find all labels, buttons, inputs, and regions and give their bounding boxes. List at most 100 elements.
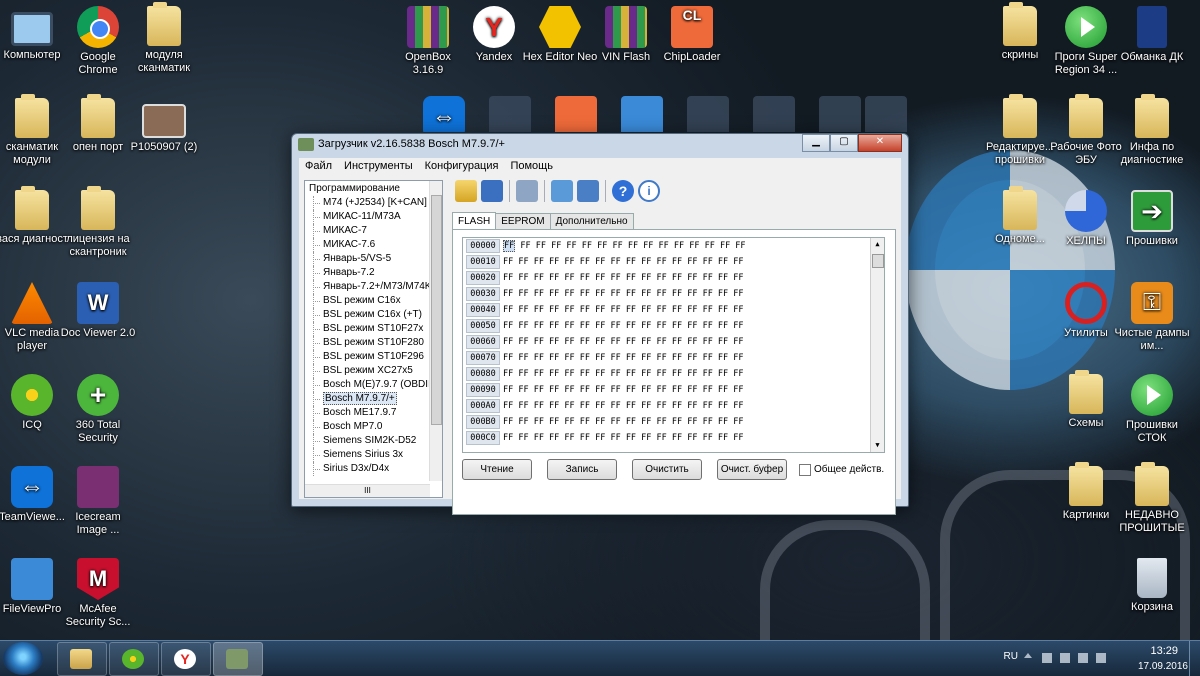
- hex-bytes[interactable]: FF FF FF FF FF FF FF FF FF FF FF FF FF F…: [503, 318, 744, 334]
- hex-row[interactable]: 000B0 FF FF FF FF FF FF FF FF FF FF FF FF…: [463, 414, 884, 430]
- tree-node[interactable]: BSL режим XC27x5: [305, 364, 442, 378]
- tree-node[interactable]: BSL режим ST10F280: [305, 336, 442, 350]
- clear-buffer-button[interactable]: Очист. буфер: [717, 459, 787, 480]
- tree-node[interactable]: M74 (+J2534) [K+CAN]: [305, 196, 442, 210]
- write-button[interactable]: Запись: [547, 459, 617, 480]
- scroll-thumb[interactable]: [872, 254, 884, 268]
- desktop-icon-proshivki[interactable]: ➔ Прошивки: [1114, 190, 1190, 248]
- tree-node[interactable]: Siemens Sirius 3x: [305, 448, 442, 462]
- desktop-icon-helpy[interactable]: ХЕЛПЫ: [1048, 190, 1124, 248]
- hex-bytes[interactable]: FF FF FF FF FF FF FF FF FF FF FF FF FF F…: [503, 398, 744, 414]
- tab-eeprom[interactable]: EEPROM: [495, 213, 551, 229]
- hex-bytes[interactable]: FF FF FF FF FF FF FF FF FF FF FF FF FF F…: [503, 414, 744, 430]
- desktop-icon-folder[interactable]: скрины: [982, 2, 1058, 62]
- desktop-icon-utility[interactable]: Утилиты: [1048, 282, 1124, 340]
- tree-node[interactable]: Siemens SIM2K-D52: [305, 434, 442, 448]
- minimize-button[interactable]: ▁: [802, 134, 830, 152]
- desktop-icon-partial[interactable]: ⇔: [406, 96, 482, 132]
- menu-config[interactable]: Конфигурация: [419, 158, 505, 176]
- network-icon[interactable]: [1060, 653, 1070, 663]
- open-folder-icon[interactable]: [455, 180, 477, 202]
- save-icon[interactable]: [481, 180, 503, 202]
- volume-icon[interactable]: [1096, 653, 1106, 663]
- desktop-icon-hex-editor[interactable]: Hex Editor Neo: [522, 6, 598, 64]
- hex-cursor-byte[interactable]: FF: [503, 240, 516, 252]
- tree-node[interactable]: Bosch M(E)7.9.7 (OBDII): [305, 378, 442, 392]
- scroll-down-icon[interactable]: ▼: [871, 439, 884, 452]
- tree-node[interactable]: Январь-7.2: [305, 266, 442, 280]
- desktop-icon-partial[interactable]: [848, 96, 924, 132]
- hex-row[interactable]: 00020 FF FF FF FF FF FF FF FF FF FF FF FF…: [463, 270, 884, 286]
- tree-node[interactable]: МИКАС-7.6: [305, 238, 442, 252]
- export-icon[interactable]: [577, 180, 599, 202]
- tree-node[interactable]: BSL режим C16x: [305, 294, 442, 308]
- menu-file[interactable]: Файл: [299, 158, 338, 176]
- desktop-icon-super-region[interactable]: Проги Super Region 34 ...: [1048, 6, 1124, 77]
- hex-bytes[interactable]: FF FF FF FF FF FF FF FF FF FF FF FF FF F…: [503, 238, 746, 254]
- desktop-icon-partial[interactable]: [472, 96, 548, 132]
- desktop-icon-folder[interactable]: Схемы: [1048, 370, 1124, 430]
- tree-node[interactable]: Bosch M7.9.7/+: [305, 392, 442, 406]
- desktop-icon-folder[interactable]: Одноме...: [982, 186, 1058, 246]
- hex-row[interactable]: 00070 FF FF FF FF FF FF FF FF FF FF FF FF…: [463, 350, 884, 366]
- start-button[interactable]: [3, 642, 43, 675]
- close-button[interactable]: ✕: [858, 134, 902, 152]
- desktop-icon-folder[interactable]: Редактируе... прошивки: [982, 94, 1058, 167]
- hex-row[interactable]: 00000 FF FF FF FF FF FF FF FF FF FF FF FF…: [463, 238, 884, 254]
- tab-additional[interactable]: Дополнительно: [549, 213, 634, 229]
- show-desktop-button[interactable]: [1189, 641, 1200, 676]
- taskbar-yandex[interactable]: Y: [161, 642, 211, 676]
- hex-bytes[interactable]: FF FF FF FF FF FF FF FF FF FF FF FF FF F…: [503, 366, 744, 382]
- desktop-icon-mcafee[interactable]: M McAfee Security Sc...: [60, 558, 136, 629]
- chip-checksum-icon[interactable]: [516, 180, 538, 202]
- tree-node[interactable]: Bosch MP7.0: [305, 420, 442, 434]
- taskbar-explorer[interactable]: [57, 642, 107, 676]
- desktop-icon-360-security[interactable]: +360 Total Security: [60, 374, 136, 445]
- clock-time[interactable]: 13:29: [1150, 645, 1178, 657]
- tree-horizontal-scrollbar[interactable]: III: [305, 484, 430, 497]
- hex-vertical-scrollbar[interactable]: ▲ ▼: [870, 238, 884, 452]
- desktop-icon-partial[interactable]: [538, 96, 614, 132]
- desktop-icon-photo[interactable]: P1050907 (2): [126, 98, 202, 154]
- desktop-icon-yandex[interactable]: Y Yandex: [456, 6, 532, 64]
- desktop-icon-partial[interactable]: [736, 96, 812, 132]
- hex-row[interactable]: 00010 FF FF FF FF FF FF FF FF FF FF FF FF…: [463, 254, 884, 270]
- tree-root[interactable]: Программирование: [305, 181, 442, 196]
- desktop-icon-partial[interactable]: [670, 96, 746, 132]
- desktop-icon-clean-dumps[interactable]: ⚿ Чистые дампы им...: [1114, 282, 1190, 353]
- desktop-icon-folder[interactable]: опен порт: [60, 94, 136, 154]
- hex-row[interactable]: 000A0 FF FF FF FF FF FF FF FF FF FF FF FF…: [463, 398, 884, 414]
- hex-bytes[interactable]: FF FF FF FF FF FF FF FF FF FF FF FF FF F…: [503, 286, 744, 302]
- taskbar-icq[interactable]: [109, 642, 159, 676]
- hex-bytes[interactable]: FF FF FF FF FF FF FF FF FF FF FF FF FF F…: [503, 334, 744, 350]
- desktop-icon-obmanka[interactable]: Обманка ДК: [1114, 6, 1190, 64]
- language-indicator[interactable]: RU: [1004, 651, 1018, 662]
- desktop-icon-folder[interactable]: лицензия на скантроник: [60, 186, 136, 259]
- hex-bytes[interactable]: FF FF FF FF FF FF FF FF FF FF FF FF FF F…: [503, 430, 744, 446]
- hex-bytes[interactable]: FF FF FF FF FF FF FF FF FF FF FF FF FF F…: [503, 302, 744, 318]
- clock-date[interactable]: 17.09.2016: [1138, 661, 1188, 672]
- desktop-icon-openbox[interactable]: OpenBox 3.16.9: [390, 6, 466, 77]
- tree-node[interactable]: BSL режим ST10F27x: [305, 322, 442, 336]
- desktop-icon-folder[interactable]: НЕДАВНО ПРОШИТЫЕ: [1114, 462, 1190, 535]
- read-button[interactable]: Чтение: [462, 459, 532, 480]
- tree-node[interactable]: BSL режим ST10F296: [305, 350, 442, 364]
- hex-bytes[interactable]: FF FF FF FF FF FF FF FF FF FF FF FF FF F…: [503, 350, 744, 366]
- common-actions-option[interactable]: Общее действ.: [799, 463, 884, 476]
- scroll-up-icon[interactable]: ▲: [871, 238, 884, 251]
- desktop-icon-folder[interactable]: Рабочие Фото ЭБУ: [1048, 94, 1124, 167]
- hex-row[interactable]: 000C0 FF FF FF FF FF FF FF FF FF FF FF FF…: [463, 430, 884, 446]
- tree-node[interactable]: Bosch ME17.9.7: [305, 406, 442, 420]
- help-icon[interactable]: ?: [612, 180, 634, 202]
- hex-row[interactable]: 00060 FF FF FF FF FF FF FF FF FF FF FF FF…: [463, 334, 884, 350]
- desktop-icon-chrome[interactable]: Google Chrome: [60, 6, 136, 77]
- desktop-icon-vin-flash[interactable]: VIN Flash: [588, 6, 664, 64]
- hex-bytes[interactable]: FF FF FF FF FF FF FF FF FF FF FF FF FF F…: [503, 254, 744, 270]
- tree-node[interactable]: BSL режим C16x (+T): [305, 308, 442, 322]
- desktop-icon-partial[interactable]: [604, 96, 680, 132]
- desktop-icon-folder[interactable]: Инфа по диагностике: [1114, 94, 1190, 167]
- common-actions-checkbox[interactable]: [799, 463, 811, 476]
- tree-vertical-scrollbar[interactable]: [429, 181, 442, 481]
- scroll-thumb[interactable]: [431, 195, 442, 425]
- import-icon[interactable]: [551, 180, 573, 202]
